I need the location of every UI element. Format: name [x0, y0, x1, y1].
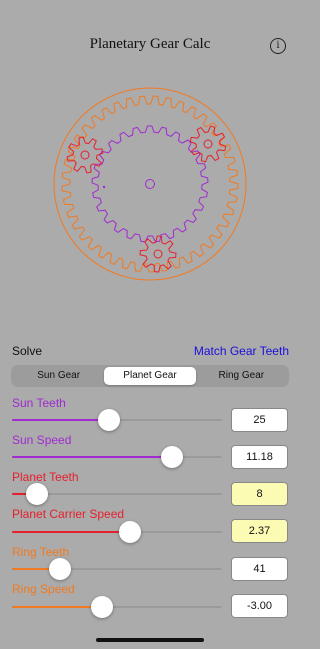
slider-thumb[interactable] [161, 446, 183, 468]
slider-fill [12, 531, 130, 533]
sun-speed-slider[interactable] [12, 446, 222, 468]
ring-gear [53, 87, 247, 281]
slider-thumb[interactable] [98, 409, 120, 431]
segment-planet-gear[interactable]: Planet Gear [104, 367, 196, 385]
match-gear-teeth-button[interactable]: Match Gear Teeth [194, 344, 289, 358]
sun-gear-teeth [91, 125, 209, 243]
planet-teeth-slider[interactable] [12, 483, 222, 505]
ring-speed-field[interactable]: -3.00 [231, 594, 288, 618]
ring-gear-rim [53, 87, 247, 281]
gear-diagram [53, 87, 247, 281]
sun-gear [91, 125, 209, 243]
ring-speed-slider[interactable] [12, 596, 222, 618]
slider-thumb[interactable] [26, 483, 48, 505]
planet-gear-2 [66, 136, 104, 174]
slider-thumb[interactable] [119, 521, 141, 543]
ring-teeth-field[interactable]: 41 [231, 557, 288, 581]
ring-teeth-label: Ring Teeth [12, 545, 70, 559]
slider-fill [12, 419, 109, 421]
slider-thumb[interactable] [91, 596, 113, 618]
segment-sun-gear[interactable]: Sun Gear [13, 367, 104, 385]
planet-gear-hub-1 [203, 139, 213, 149]
planet-carrier-speed-label: Planet Carrier Speed [12, 507, 125, 521]
ring-gear-teeth [61, 95, 239, 273]
planet-carrier-speed-slider[interactable] [12, 521, 222, 543]
sun-teeth-label: Sun Teeth [12, 396, 66, 410]
planet-gear-1 [189, 125, 227, 163]
slider-fill [12, 606, 102, 608]
sun-gear-hub [145, 179, 155, 189]
planet-teeth-field[interactable]: 8 [231, 482, 288, 506]
solve-for-segmented-control: Sun Gear Planet Gear Ring Gear [11, 365, 289, 387]
solve-label: Solve [12, 344, 43, 358]
sun-teeth-slider[interactable] [12, 409, 222, 431]
planet-gear-hub-2 [80, 150, 90, 160]
segment-ring-gear[interactable]: Ring Gear [196, 367, 287, 385]
slider-fill [12, 456, 172, 458]
sun-speed-field[interactable]: 11.18 [231, 445, 288, 469]
slider-thumb[interactable] [49, 558, 71, 580]
planet-carrier-speed-field[interactable]: 2.37 [231, 519, 288, 543]
sun-speed-label: Sun Speed [12, 433, 72, 447]
ring-teeth-slider[interactable] [12, 558, 222, 580]
app-title: Planetary Gear Calc [89, 36, 211, 52]
ring-speed-label: Ring Speed [12, 582, 75, 596]
planet-teeth-label: Planet Teeth [12, 470, 79, 484]
sun-gear-marker [102, 185, 106, 189]
planet-gear-hub-3 [153, 249, 163, 259]
info-icon[interactable]: i [270, 38, 286, 54]
sun-teeth-field[interactable]: 25 [231, 408, 288, 432]
home-indicator [96, 638, 204, 642]
